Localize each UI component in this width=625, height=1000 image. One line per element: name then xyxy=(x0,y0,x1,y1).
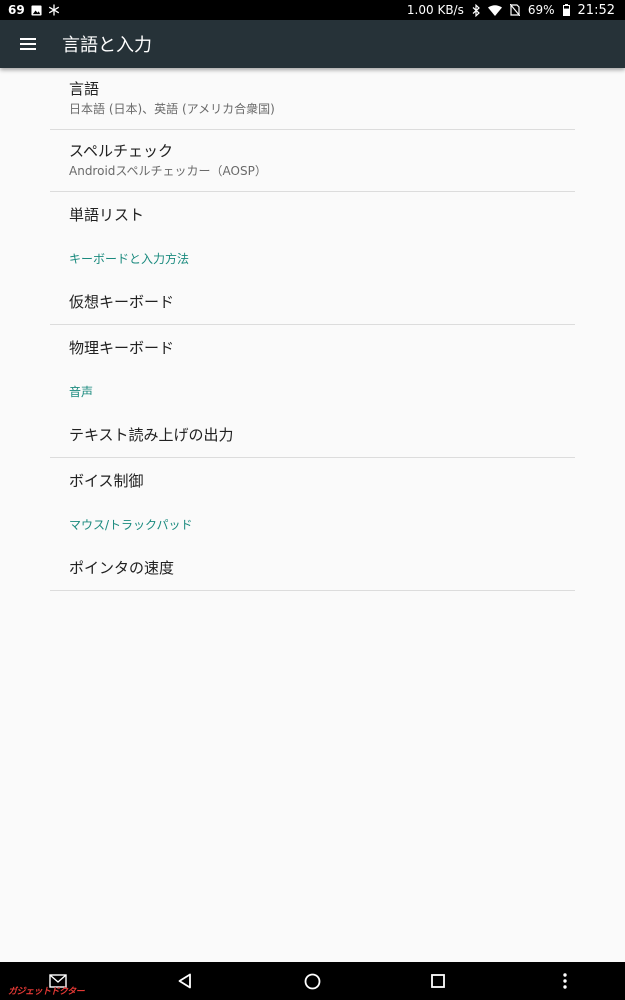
spell-check-summary: Androidスペルチェッカー（AOSP） xyxy=(69,164,267,178)
settings-list: 言語 日本語 (日本)、英語 (アメリカ合衆国) スペルチェック Android… xyxy=(0,68,625,591)
wifi-icon xyxy=(487,4,502,16)
no-sim-icon xyxy=(509,4,520,16)
physical-keyboard-title: 物理キーボード xyxy=(69,339,175,357)
bluetooth-icon xyxy=(472,3,480,17)
virtual-keyboard-title: 仮想キーボード xyxy=(69,292,175,311)
word-list-setting[interactable]: 単語リスト xyxy=(50,192,575,238)
speech-category-header: 音声 xyxy=(69,385,94,399)
home-icon[interactable] xyxy=(292,962,332,1000)
language-setting[interactable]: 言語 日本語 (日本)、英語 (アメリカ合衆国) xyxy=(50,68,575,130)
language-title: 言語 xyxy=(69,80,100,98)
pointer-speed-setting[interactable]: ポインタの速度 xyxy=(50,545,575,591)
snowflake-icon xyxy=(48,4,60,16)
physical-keyboard-setting[interactable]: 物理キーボード xyxy=(50,325,575,371)
word-list-title: 単語リスト xyxy=(69,206,145,224)
image-icon xyxy=(31,4,42,16)
mouse-category-header: マウス/トラックパッド xyxy=(69,518,193,532)
app-bar: 言語と入力 xyxy=(0,20,625,68)
tts-output-setting[interactable]: テキスト読み上げの出力 xyxy=(50,412,575,458)
pointer-speed-title: ポインタの速度 xyxy=(69,558,175,577)
navigation-bar xyxy=(0,962,625,1000)
battery-icon xyxy=(562,4,570,16)
keyboard-category-header: キーボードと入力方法 xyxy=(69,252,190,266)
notification-count: 69 xyxy=(8,3,25,17)
spell-check-title: スペルチェック xyxy=(69,142,173,160)
hamburger-menu-icon[interactable] xyxy=(0,20,56,68)
battery-percent: 69% xyxy=(527,3,555,17)
status-bar: 69 1.00 KB/s 69% 21:52 xyxy=(0,0,625,20)
more-icon[interactable] xyxy=(545,962,585,1000)
language-summary: 日本語 (日本)、英語 (アメリカ合衆国) xyxy=(69,102,275,116)
spell-check-setting[interactable]: スペルチェック Androidスペルチェッカー（AOSP） xyxy=(50,130,575,192)
virtual-keyboard-setting[interactable]: 仮想キーボード xyxy=(50,279,575,325)
voice-control-setting[interactable]: ボイス制御 xyxy=(50,458,575,504)
watermark-logo: ガジェットドクター xyxy=(8,987,85,997)
back-icon[interactable] xyxy=(165,962,205,1000)
recents-icon[interactable] xyxy=(418,962,458,1000)
clock: 21:52 xyxy=(577,2,615,18)
tts-output-title: テキスト読み上げの出力 xyxy=(69,425,234,444)
network-speed: 1.00 KB/s xyxy=(406,3,464,17)
page-title: 言語と入力 xyxy=(62,35,152,56)
voice-control-title: ボイス制御 xyxy=(69,472,144,490)
